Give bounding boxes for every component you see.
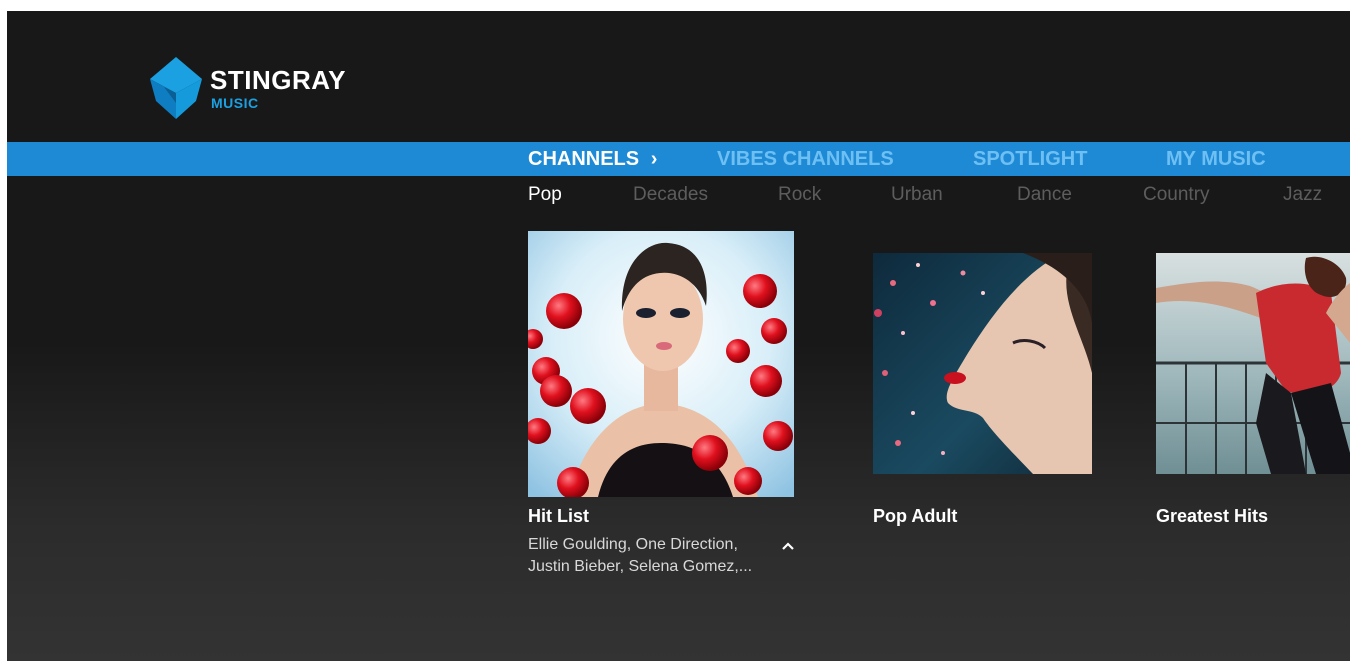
genre-pop[interactable]: Pop	[528, 181, 562, 209]
channel-greatest-hits-title[interactable]: Greatest Hits	[1156, 505, 1268, 527]
channel-pop-adult-title[interactable]: Pop Adult	[873, 505, 957, 527]
logo-brand-text: STINGRAY	[210, 65, 346, 95]
genre-rock[interactable]: Rock	[778, 181, 821, 209]
tab-vibes-channels[interactable]: VIBES CHANNELS	[717, 142, 894, 176]
stingray-logo-icon	[150, 57, 202, 119]
tab-channels-label: CHANNELS	[528, 148, 640, 170]
genre-jazz[interactable]: Jazz	[1283, 181, 1322, 209]
channel-greatest-hits-image[interactable]	[1156, 253, 1350, 474]
tab-channels[interactable]: CHANNELS ›	[528, 142, 657, 176]
channel-hit-list-image[interactable]	[528, 231, 794, 497]
chevron-up-icon[interactable]	[780, 539, 796, 551]
logo-sub-text: MUSIC	[211, 95, 259, 111]
stingray-music-logo[interactable]: STINGRAY MUSIC	[150, 57, 380, 127]
channel-pop-adult-image[interactable]	[873, 253, 1092, 474]
chevron-right-icon: ›	[650, 148, 658, 170]
genre-country[interactable]: Country	[1143, 181, 1210, 209]
tab-spotlight[interactable]: SPOTLIGHT	[973, 142, 1087, 176]
tab-my-music[interactable]: MY MUSIC	[1166, 142, 1266, 176]
main-nav-bar: CHANNELS › VIBES CHANNELS SPOTLIGHT MY M…	[7, 142, 1350, 176]
genre-urban[interactable]: Urban	[891, 181, 943, 209]
channel-hit-list-desc-line-1: Ellie Goulding, One Direction,	[528, 536, 738, 553]
genre-dance[interactable]: Dance	[1017, 181, 1072, 209]
genre-decades[interactable]: Decades	[633, 181, 708, 209]
app-window: STINGRAY MUSIC CHANNELS › VIBES CHANNELS…	[7, 11, 1350, 661]
channel-hit-list-description: Ellie Goulding, One Direction, Justin Bi…	[528, 534, 752, 578]
channel-hit-list-title[interactable]: Hit List	[528, 505, 589, 527]
channel-hit-list-desc-line-2: Justin Bieber, Selena Gomez,...	[528, 558, 753, 575]
